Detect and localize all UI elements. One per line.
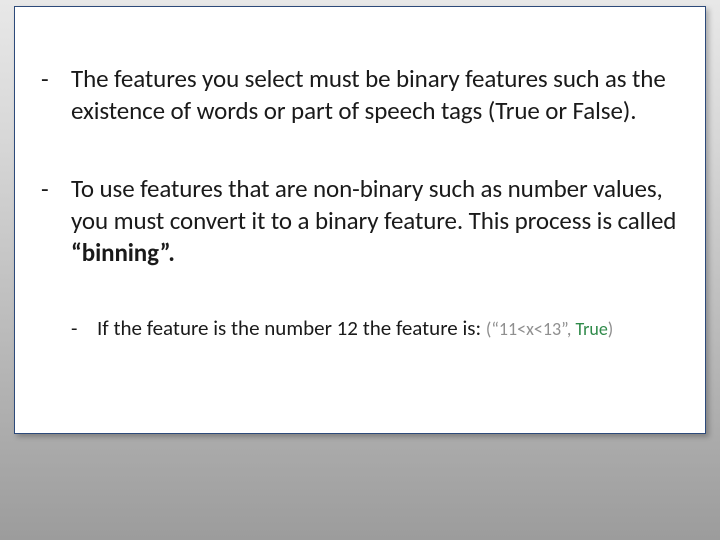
bullet-text: The features you select must be binary f…: [71, 63, 679, 127]
sub-bullet-dash: -: [71, 315, 97, 341]
sub-bullet-item: - If the feature is the number 12 the fe…: [71, 315, 679, 342]
bullet-dash: -: [41, 173, 71, 205]
bullet-bold: “binning”.: [71, 237, 175, 268]
bullet-item: - To use features that are non-binary su…: [41, 173, 679, 269]
bullet-item: - The features you select must be binary…: [41, 63, 679, 127]
slide-card: - The features you select must be binary…: [14, 6, 706, 434]
bullet-dash: -: [41, 63, 71, 95]
sub-lead: If the feature is the number 12 the feat…: [97, 315, 486, 341]
bullet-text: To use features that are non-binary such…: [71, 173, 679, 269]
range-text: “11<x<13”,: [491, 318, 575, 340]
bullet-prefix: To use features that are non-binary such…: [71, 173, 676, 236]
paren-close: ): [608, 318, 613, 340]
sub-bullet-text: If the feature is the number 12 the feat…: [97, 315, 613, 342]
true-value: True: [575, 318, 607, 340]
